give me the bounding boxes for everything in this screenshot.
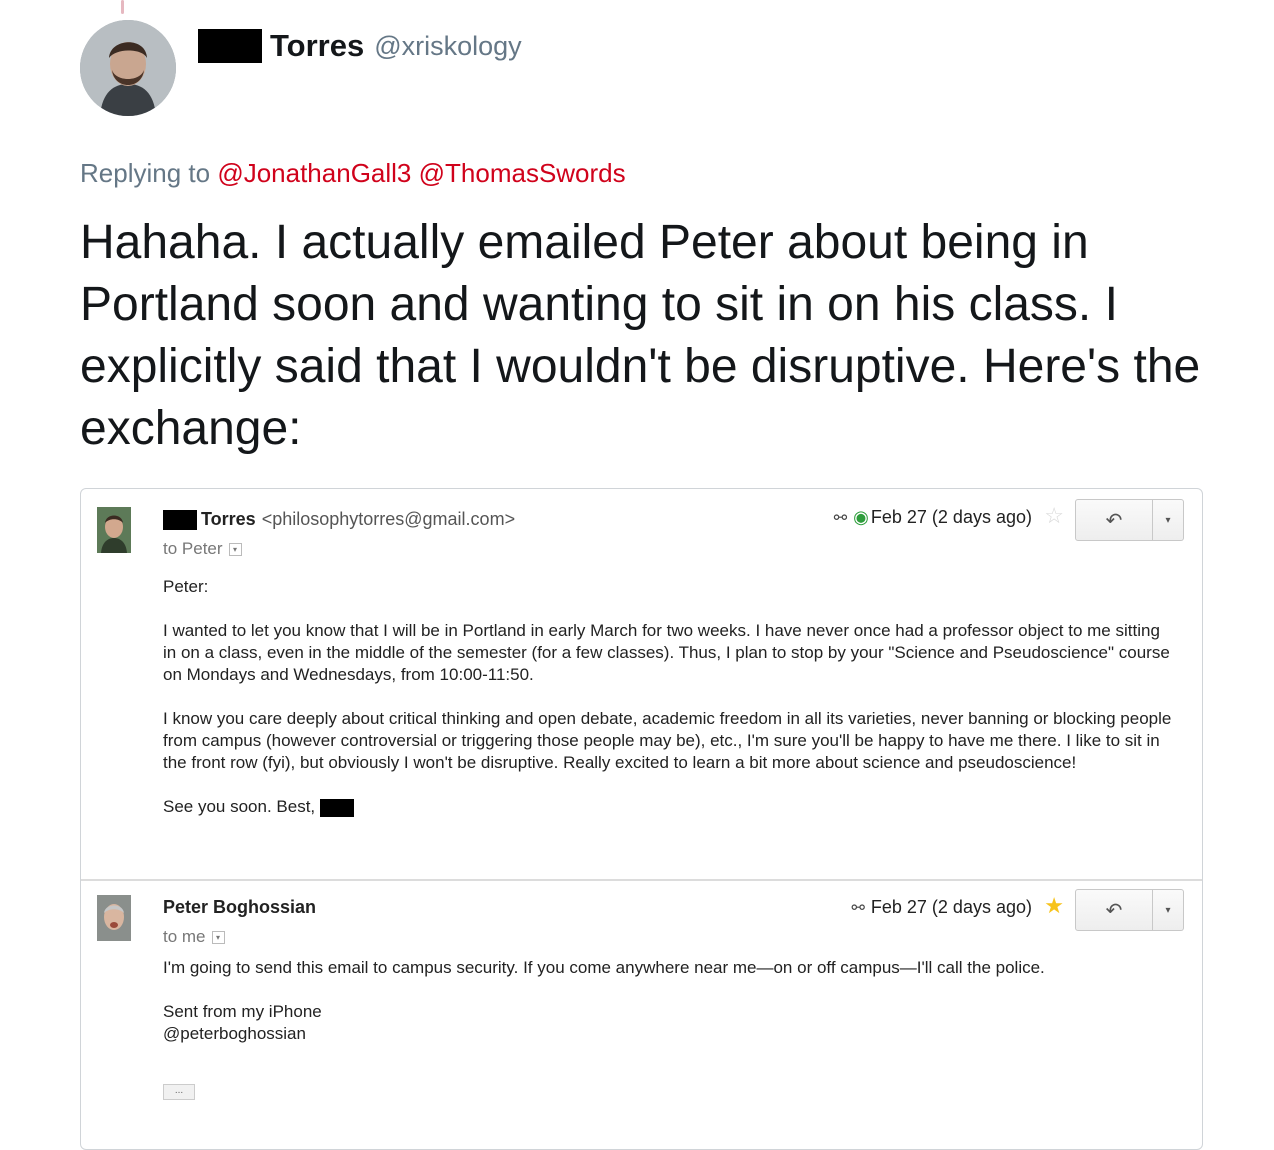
mention-jonathangall3[interactable]: @JonathanGall3 <box>217 158 411 188</box>
more-options-button[interactable]: ▾ <box>1153 889 1184 931</box>
recipient-line[interactable]: to me ▾ <box>163 927 225 947</box>
email-message-1: Torres <philosophytorres@gmail.com> to P… <box>81 489 1202 879</box>
replying-prefix: Replying to <box>80 158 211 188</box>
reply-button-group: ↶ ▾ <box>1075 499 1184 541</box>
message-date: Feb 27 (2 days ago) <box>870 897 1032 917</box>
dropdown-icon: ▾ <box>1165 514 1171 526</box>
star-filled-icon[interactable]: ★ <box>1044 893 1064 919</box>
email-closing-line: See you soon. Best, <box>163 796 1173 818</box>
show-trimmed-content-button[interactable]: ... <box>163 1084 195 1100</box>
replying-to-line: Replying to @JonathanGall3 @ThomasSwords <box>80 158 626 189</box>
sender-line: Torres <philosophytorres@gmail.com> <box>163 509 515 530</box>
reply-icon: ↶ <box>1105 899 1123 922</box>
sender-email: <philosophytorres@gmail.com> <box>261 509 516 529</box>
tweet-text: Hahaha. I actually emailed Peter about b… <box>80 216 1201 455</box>
reply-button[interactable]: ↶ <box>1075 499 1153 541</box>
email-greeting: Peter: <box>163 577 209 596</box>
sender-name[interactable]: Peter Boghossian <box>163 897 316 918</box>
thread-line <box>121 0 124 14</box>
recipient-line[interactable]: to Peter ▾ <box>163 539 242 559</box>
message-date: Feb 27 (2 days ago) <box>870 507 1032 527</box>
author-handle[interactable]: @xriskology <box>374 31 521 62</box>
message-meta: ⚯ ◉ Feb 27 (2 days ago) <box>834 507 1032 528</box>
sender-avatar-image <box>97 895 131 941</box>
email-closing: See you soon. Best, <box>163 797 316 816</box>
eye-hidden-icon: ⚯ <box>851 899 865 917</box>
eye-open-icon: ◉ <box>853 507 869 527</box>
sender-line: Peter Boghossian <box>163 897 316 918</box>
email-paragraph-1: I'm going to send this email to campus s… <box>163 958 1045 977</box>
reply-icon: ↶ <box>1105 509 1123 532</box>
sender-redaction <box>163 509 197 530</box>
email-message-2: Peter Boghossian to me ▾ ⚯ Feb 27 (2 day… <box>81 881 1202 1149</box>
recipient-dropdown-icon[interactable]: ▾ <box>211 930 225 944</box>
mention-thomasswords[interactable]: @ThomasSwords <box>419 158 626 188</box>
email-body: I'm going to send this email to campus s… <box>163 957 1173 1045</box>
sender-avatar <box>97 507 131 553</box>
email-paragraph-2: I know you care deeply about critical th… <box>163 709 1172 772</box>
sender-avatar-image <box>97 507 131 553</box>
star-empty-icon[interactable]: ☆ <box>1044 503 1064 529</box>
dropdown-icon: ▾ <box>1165 904 1171 916</box>
message-meta: ⚯ Feb 27 (2 days ago) <box>851 897 1032 918</box>
reply-button-group: ↶ ▾ <box>1075 889 1184 931</box>
reply-button[interactable]: ↶ <box>1075 889 1153 931</box>
email-screenshot: Torres <philosophytorres@gmail.com> to P… <box>80 488 1203 1150</box>
email-paragraph-1: I wanted to let you know that I will be … <box>163 621 1170 684</box>
name-redaction <box>198 29 262 63</box>
recipient-dropdown-icon[interactable]: ▾ <box>228 542 242 556</box>
eye-hidden-icon: ⚯ <box>833 509 848 527</box>
recipient-label: to Peter <box>163 539 223 558</box>
author-avatar[interactable] <box>80 20 176 116</box>
more-options-button[interactable]: ▾ <box>1153 499 1184 541</box>
author-avatar-image <box>80 20 176 116</box>
sender-avatar <box>97 895 131 941</box>
recipient-label: to me <box>163 927 206 946</box>
author-display-name[interactable]: Torres <box>270 28 364 64</box>
signature-redaction <box>319 798 354 817</box>
email-body: Peter: I wanted to let you know that I w… <box>163 576 1173 818</box>
sender-name[interactable]: Torres <box>201 509 256 530</box>
signature-line-1: Sent from my iPhone <box>163 1002 322 1021</box>
author-header: Torres @xriskology <box>198 28 522 64</box>
signature-line-2: @peterboghossian <box>163 1024 306 1043</box>
